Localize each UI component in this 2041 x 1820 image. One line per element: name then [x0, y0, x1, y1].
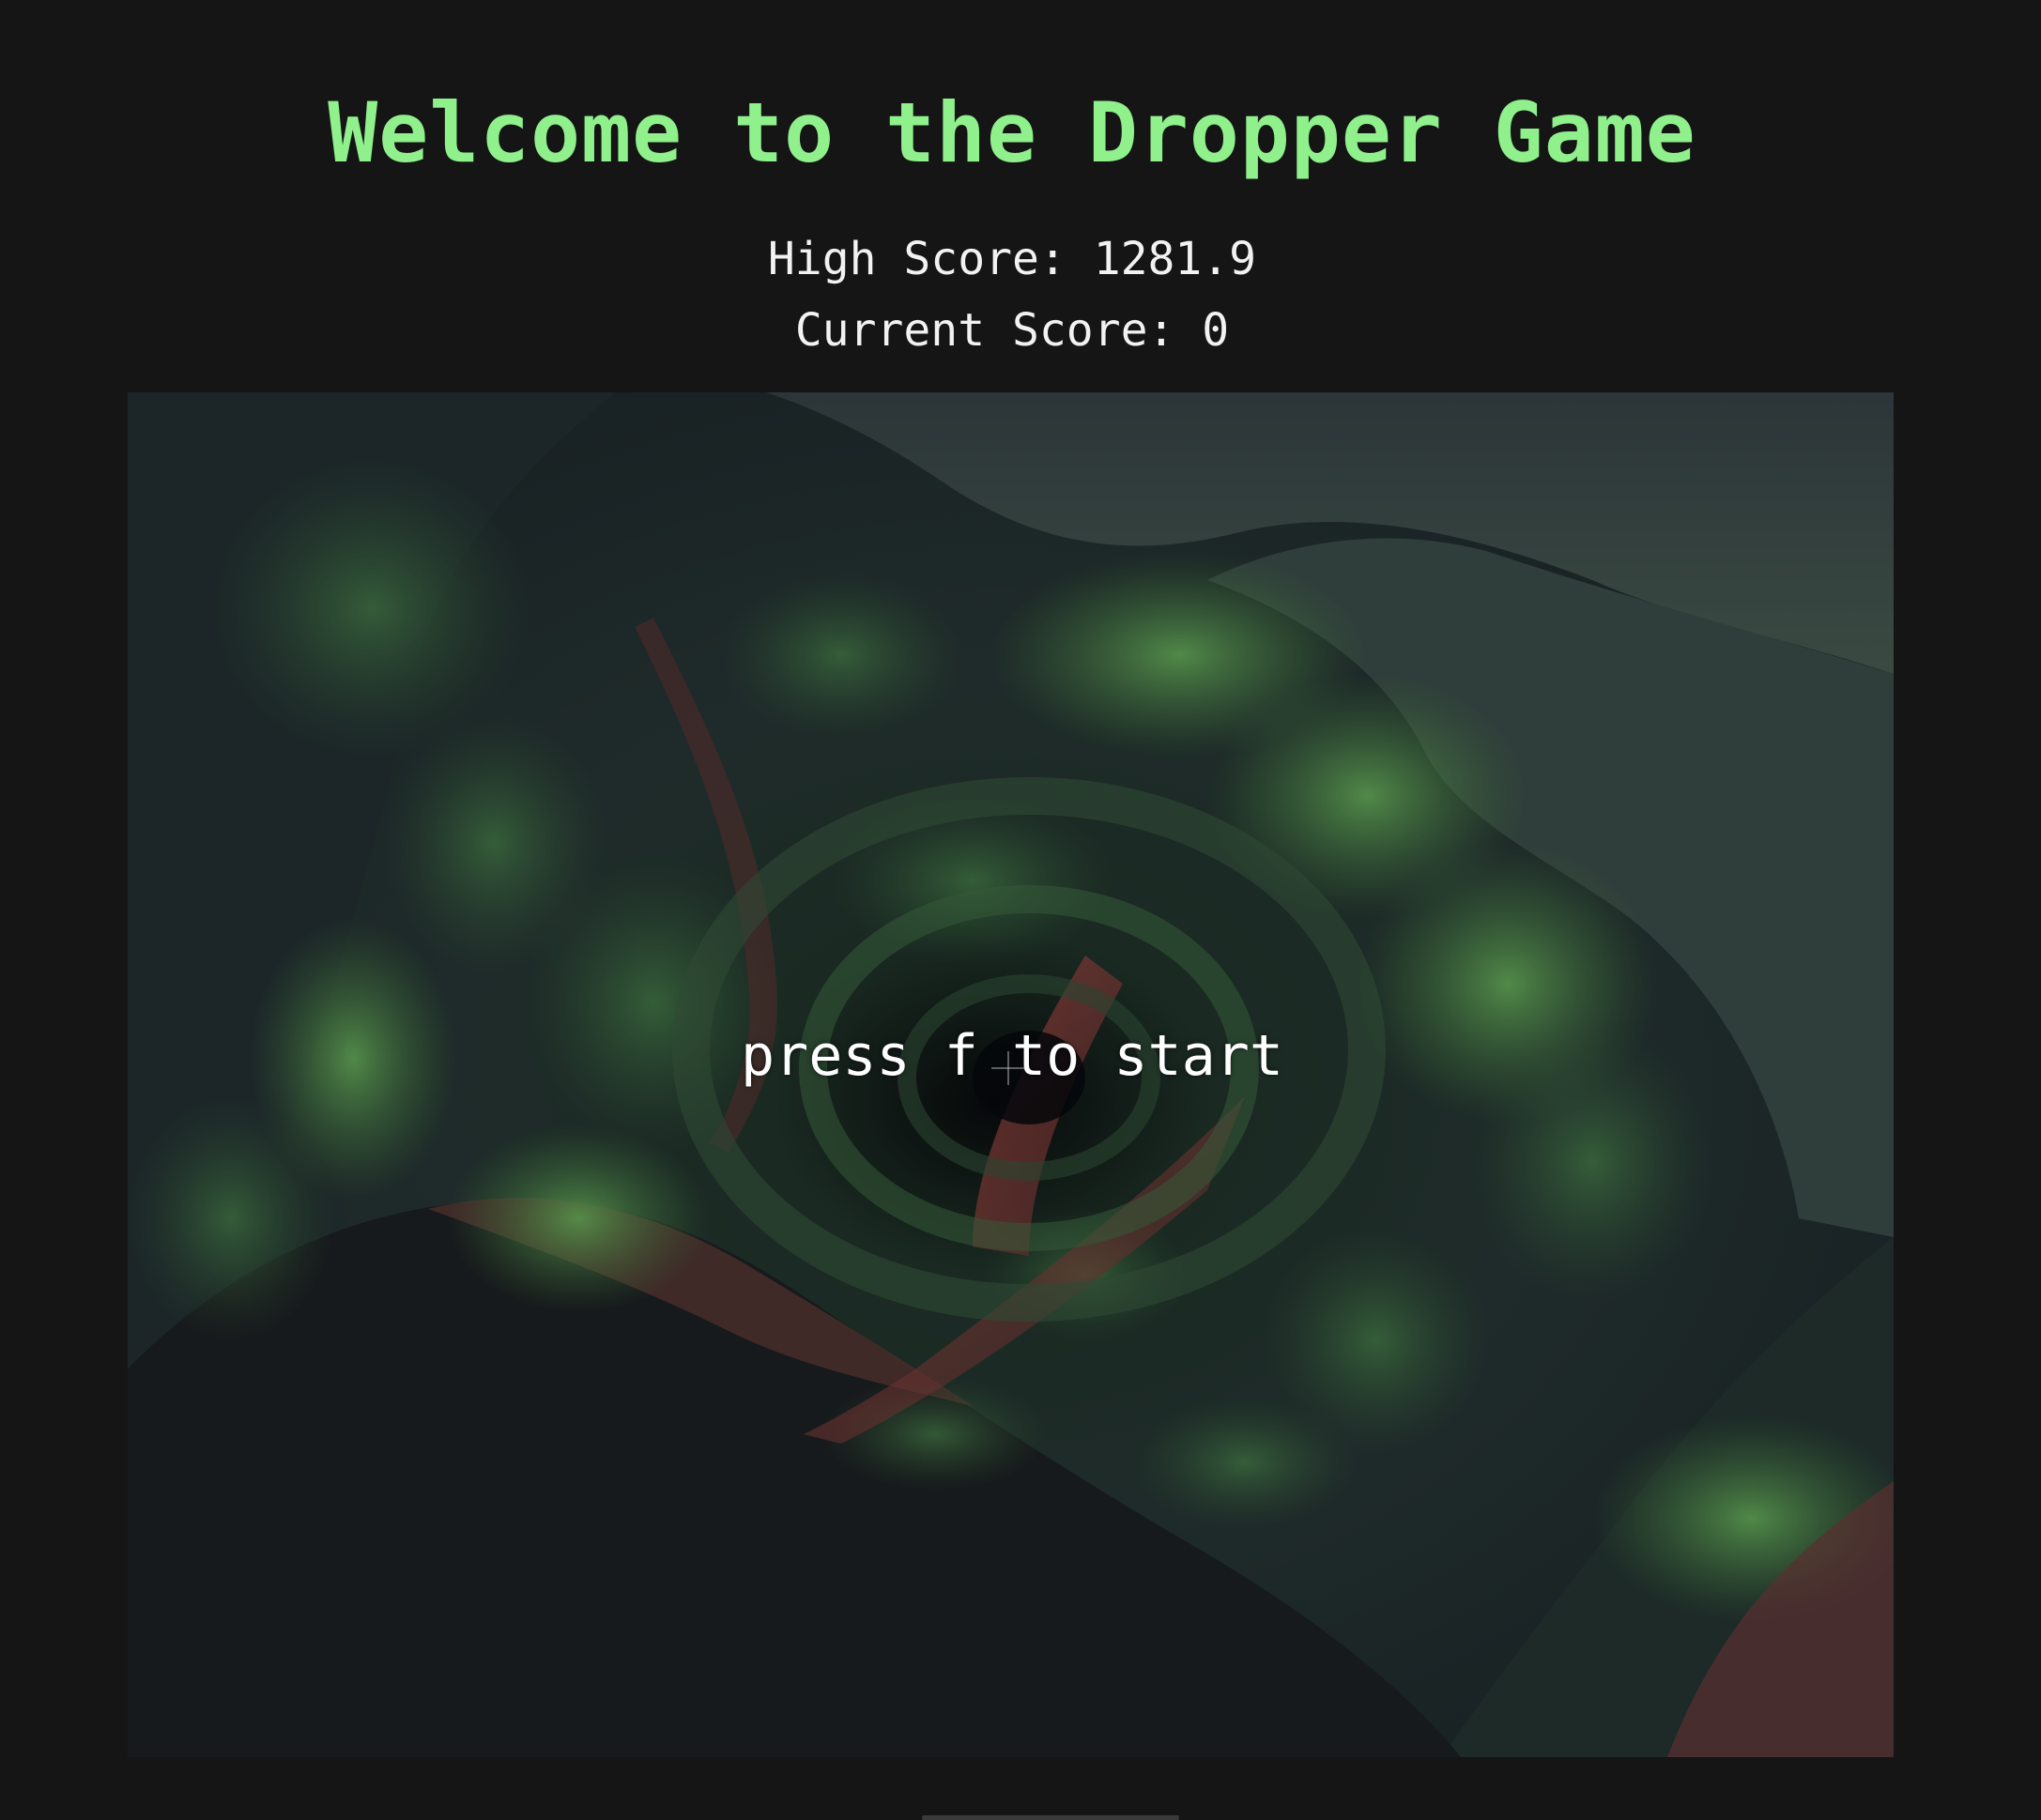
page-title: Welcome to the Dropper Game	[328, 84, 1696, 181]
crosshair-icon	[991, 1051, 1025, 1085]
scroll-indicator[interactable]	[922, 1815, 1179, 1820]
current-score: Current Score: 0	[794, 304, 1230, 357]
high-score: High Score: 1281.9	[767, 233, 1257, 285]
